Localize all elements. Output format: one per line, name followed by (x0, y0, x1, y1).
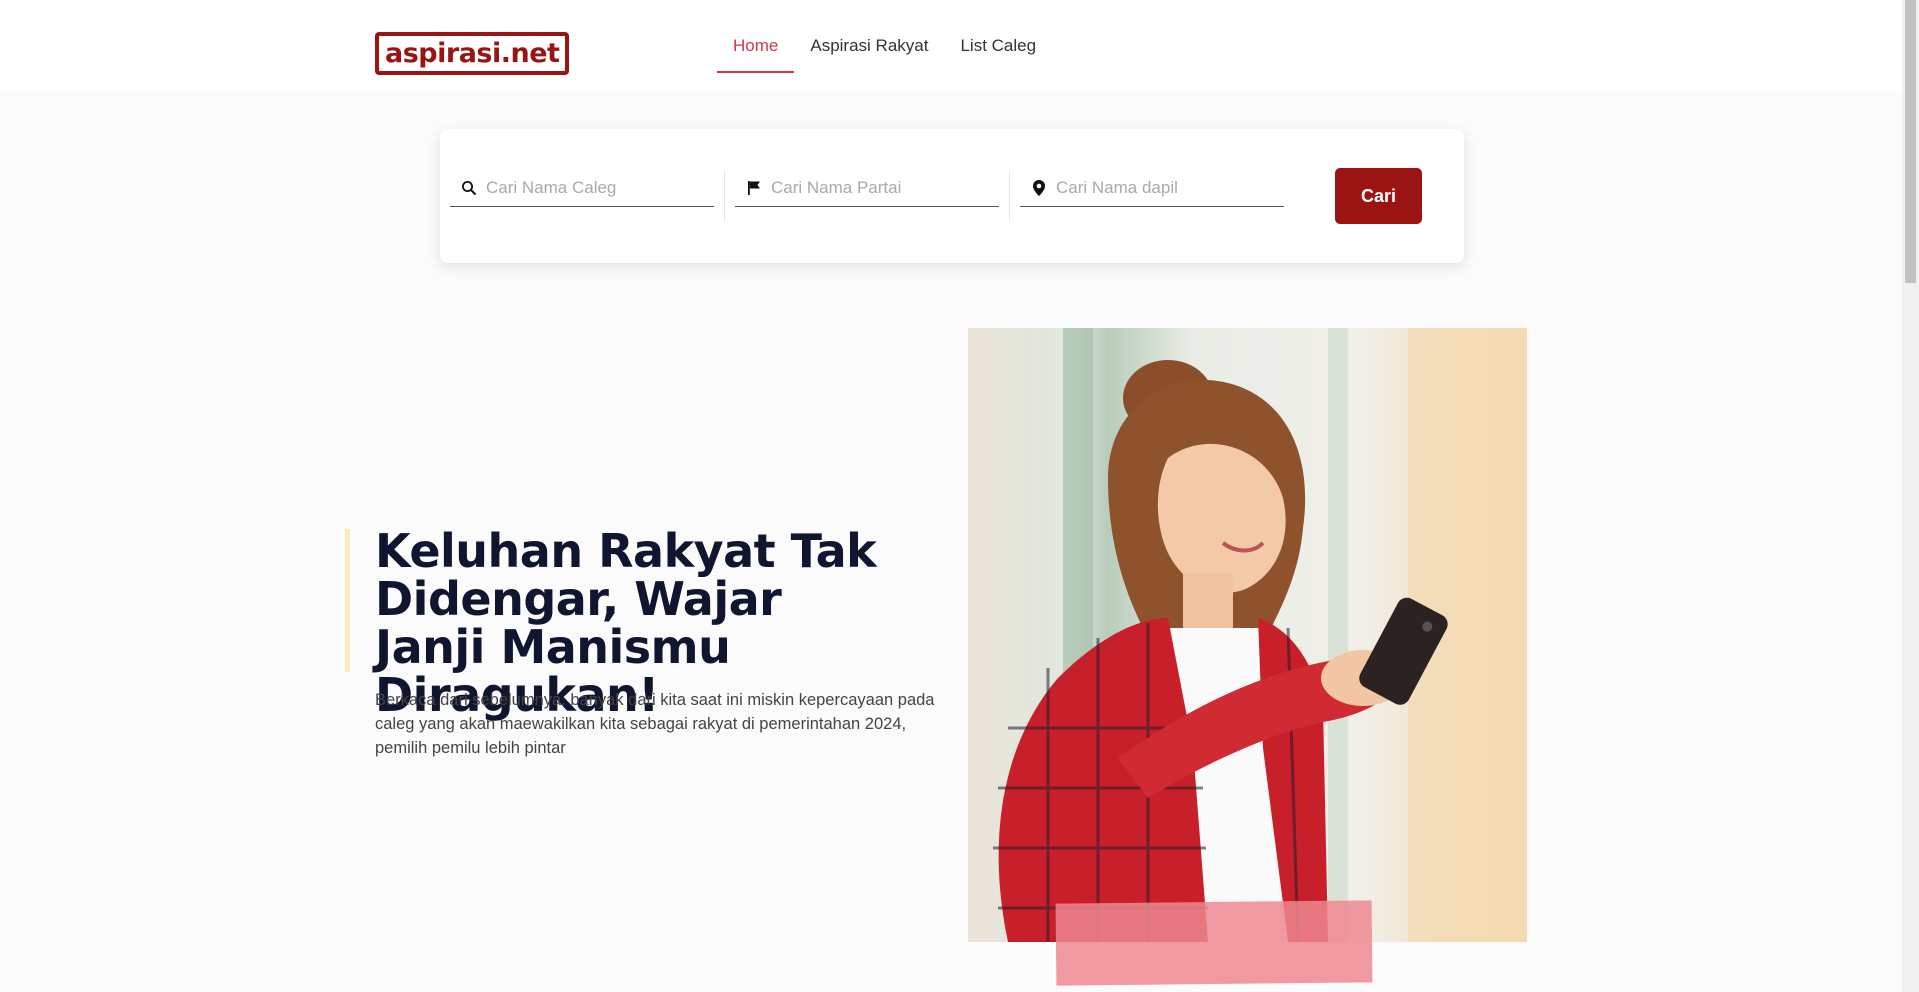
nav-item-home[interactable]: Home (717, 0, 795, 91)
field-divider (724, 171, 725, 221)
logo-text: aspirasi.net (385, 38, 560, 69)
field-divider (1009, 171, 1010, 221)
page-scrollbar[interactable] (1902, 0, 1919, 992)
partai-name-input[interactable] (771, 177, 981, 198)
woman-with-phone-illustration (993, 328, 1527, 942)
partai-search-field (735, 169, 999, 207)
caleg-name-input[interactable] (486, 177, 696, 198)
nav-item-aspirasi-rakyat[interactable]: Aspirasi Rakyat (794, 0, 944, 91)
location-pin-icon (1029, 178, 1049, 198)
site-logo[interactable]: aspirasi.net (375, 32, 570, 75)
search-button[interactable]: Cari (1335, 168, 1422, 224)
hero-description: Berkaca dari sebelumnya, banyak dari kit… (375, 691, 935, 757)
search-icon (459, 178, 479, 198)
search-card: Cari (440, 129, 1464, 263)
nav-item-list-caleg[interactable]: List Caleg (944, 0, 1052, 91)
flag-icon (744, 178, 764, 198)
decorative-pink-block (1055, 900, 1373, 986)
hero-image (968, 328, 1527, 942)
dapil-search-field (1020, 169, 1284, 207)
caleg-search-field (450, 169, 714, 207)
site-header: aspirasi.net Home Aspirasi Rakyat List C… (0, 0, 1902, 91)
dapil-name-input[interactable] (1056, 177, 1266, 198)
title-accent-bar (345, 529, 350, 672)
main-nav: Home Aspirasi Rakyat List Caleg (717, 0, 1052, 91)
scrollbar-thumb[interactable] (1905, 0, 1916, 283)
